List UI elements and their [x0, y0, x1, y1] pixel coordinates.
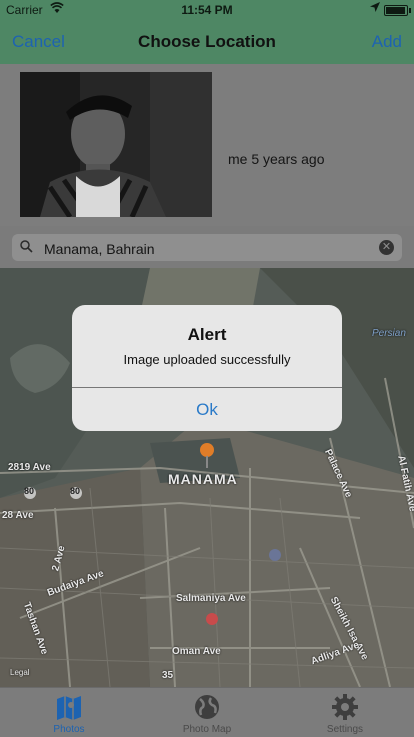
search-icon — [20, 240, 33, 253]
map-street-label: 35 — [162, 670, 174, 681]
tab-photo-map[interactable]: Photo Map — [138, 688, 276, 737]
clear-icon[interactable]: ✕ — [379, 240, 394, 255]
tab-label: Settings — [326, 724, 364, 735]
search-input[interactable] — [42, 237, 366, 260]
navigation-bar: Cancel Choose Location Add — [0, 20, 414, 64]
add-button[interactable]: Add — [372, 32, 402, 52]
alert-message: Image uploaded successfully — [123, 352, 291, 367]
map-street-label: Oman Ave — [172, 646, 221, 657]
gear-icon — [331, 693, 359, 721]
map-street-label: 28 Ave — [2, 510, 34, 521]
page-title: Choose Location — [138, 32, 276, 51]
photo-caption[interactable]: me 5 years ago — [218, 150, 394, 176]
legal-link[interactable]: Legal — [10, 668, 30, 677]
globe-icon — [193, 693, 221, 721]
tab-settings[interactable]: Settings — [276, 688, 414, 737]
highway-shield: 80 — [24, 486, 35, 496]
map-book-icon — [55, 693, 83, 721]
ok-button[interactable]: Ok — [72, 388, 342, 431]
map-street-label: 2819 Ave — [8, 462, 51, 473]
tab-label: Photo Map — [182, 724, 232, 735]
photo-section: me 5 years ago — [0, 64, 414, 226]
tab-bar: Photos Photo Map Settings — [0, 687, 414, 737]
tab-photos[interactable]: Photos — [0, 688, 138, 737]
tab-label: Photos — [53, 724, 85, 735]
search-field[interactable]: ✕ — [12, 234, 402, 261]
location-arrow-icon — [370, 2, 380, 15]
map-sea-label: Persian — [372, 328, 406, 339]
selected-photo — [20, 72, 212, 217]
alert-dialog: Alert Image uploaded successfully Ok — [72, 305, 342, 431]
search-bar: ✕ — [0, 226, 414, 268]
status-time: 11:54 PM — [181, 3, 233, 17]
alert-title: Alert — [187, 325, 227, 344]
map-city-label: MANAMA — [168, 471, 238, 487]
battery-icon — [384, 5, 411, 16]
map-street-label: Salmaniya Ave — [176, 593, 246, 604]
status-bar: Carrier 11:54 PM — [0, 0, 414, 20]
highway-shield: 80 — [70, 486, 81, 496]
